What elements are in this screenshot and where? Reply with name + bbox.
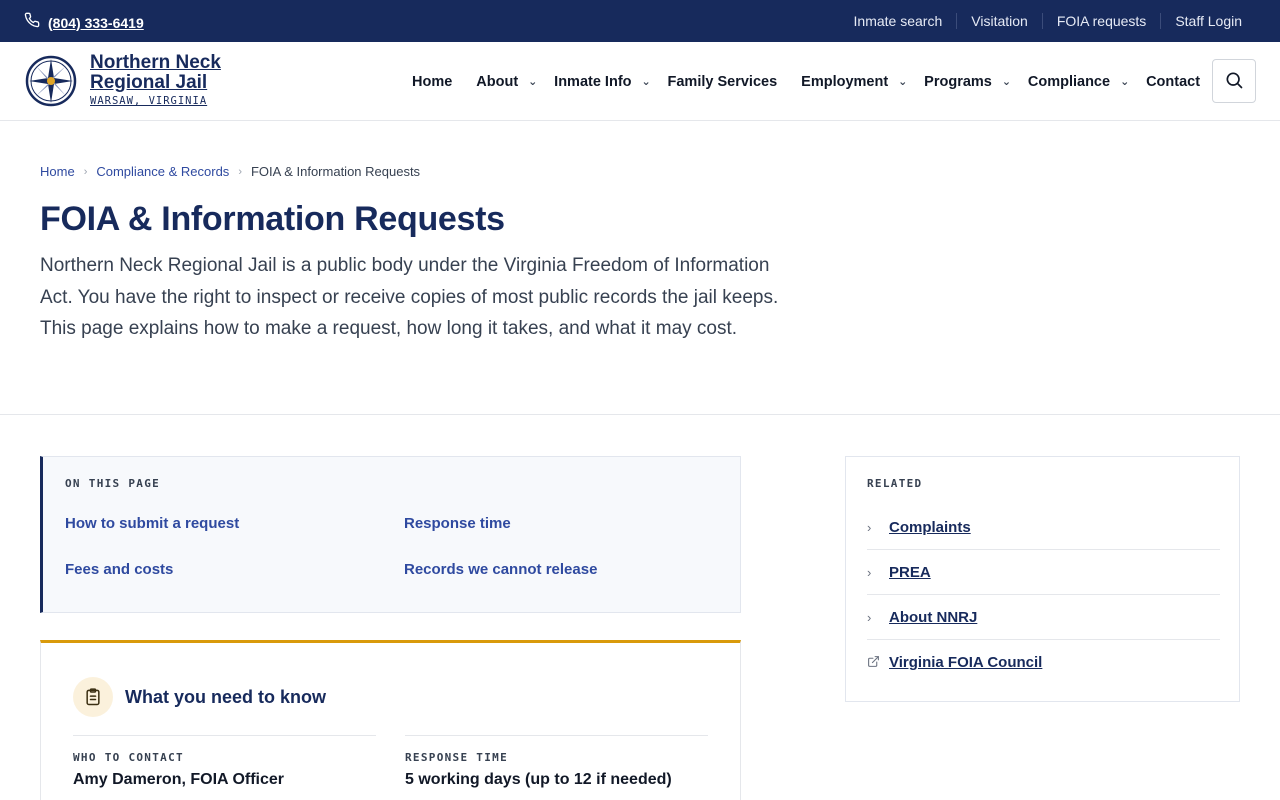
breadcrumb: Home › Compliance & Records › FOIA & Inf… [40,164,420,179]
breadcrumb-separator-icon: › [238,165,242,178]
chevron-down-icon: ⌄ [1120,76,1130,88]
list-item: › About NNRJ [867,595,1220,640]
related-link-prea[interactable]: PREA [889,564,931,581]
page-title: FOIA & Information Requests [40,200,505,238]
need-to-know-card: What you need to know WHO TO CONTACT Amy… [40,640,741,800]
breadcrumb-current: FOIA & Information Requests [250,164,421,179]
staff-login-link[interactable]: Staff Login [1160,13,1256,29]
toc-link-response-time[interactable]: Response time [404,515,511,532]
nav-item-programs[interactable]: Programs ⌄ [912,74,1016,90]
inmate-search-link[interactable]: Inmate search [840,13,957,29]
utility-links: Inmate search Visitation FOIA requests S… [840,0,1256,42]
related-links-panel: RELATED › Complaints › PREA › About NNRJ… [845,456,1240,702]
card-title: What you need to know [125,687,326,707]
chevron-down-icon: ⌄ [528,76,538,88]
toc-link-fees[interactable]: Fees and costs [65,561,173,578]
chevron-right-icon: › [867,609,872,625]
nav-item-label: Contact [1146,73,1201,90]
nav-item-label: Inmate Info [554,73,632,90]
main-navigation: Home About ⌄ Inmate Info ⌄ Family Servic… [400,42,1212,121]
nav-item-family-services[interactable]: Family Services [656,74,790,90]
info-value: 5 working days (up to 12 if needed) [405,771,672,788]
chevron-right-icon: › [867,564,872,580]
site-location: WARSAW, VIRGINIA [90,95,208,107]
search-button[interactable] [1212,59,1256,103]
section-divider [0,414,1280,415]
site-logo[interactable] [24,54,78,108]
list-item: › Complaints [867,505,1220,550]
visitation-link[interactable]: Visitation [956,13,1042,29]
phone-contact: (804) 333-6419 [24,12,144,33]
site-header: Northern Neck Regional Jail WARSAW, VIRG… [0,42,1280,121]
nav-item-about[interactable]: About ⌄ [464,74,542,90]
clipboard-icon [73,677,113,717]
related-link-foia-council[interactable]: Virginia FOIA Council [889,654,1042,671]
phone-icon [24,12,40,33]
nav-item-label: About [476,73,519,90]
related-link-about[interactable]: About NNRJ [889,609,977,626]
nav-item-label: Compliance [1027,73,1111,90]
breadcrumb-separator-icon: › [83,165,88,178]
toc-heading: ON THIS PAGE [65,477,161,490]
site-name-line2: Regional Jail [90,72,208,93]
nav-item-employment[interactable]: Employment ⌄ [789,74,912,90]
search-icon [1224,70,1244,93]
nav-item-contact[interactable]: Contact [1134,74,1212,90]
site-name-link[interactable]: Northern Neck Regional Jail [90,53,221,93]
nav-item-home[interactable]: Home [400,74,464,90]
site-name-line1: Northern Neck [90,52,221,73]
breadcrumb-home[interactable]: Home [40,164,75,179]
nav-item-inmate-info[interactable]: Inmate Info ⌄ [542,74,655,90]
breadcrumb-compliance[interactable]: Compliance & Records [96,164,229,179]
page-intro: Northern Neck Regional Jail is a public … [40,255,779,339]
list-item: Virginia FOIA Council [867,640,1220,685]
foia-requests-link[interactable]: FOIA requests [1041,13,1160,29]
contact-info-block: WHO TO CONTACT Amy Dameron, FOIA Officer [73,735,376,789]
external-link-icon [867,655,889,671]
compass-seal-icon [24,55,78,112]
nav-item-label: Home [412,73,453,90]
chevron-down-icon: ⌄ [1001,76,1012,88]
nav-item-label: Employment [801,73,889,90]
chevron-down-icon: ⌄ [898,76,908,88]
nav-item-label: Family Services [667,73,778,90]
toc-link-restricted-records[interactable]: Records we cannot release [404,561,597,578]
related-heading: RELATED [867,477,923,490]
response-time-block: RESPONSE TIME 5 working days (up to 12 i… [405,735,708,789]
info-label: WHO TO CONTACT [73,751,184,764]
related-link-complaints[interactable]: Complaints [889,519,971,536]
info-label: RESPONSE TIME [405,751,508,764]
info-value: Amy Dameron, FOIA Officer [73,771,285,788]
nav-item-compliance[interactable]: Compliance ⌄ [1016,74,1134,90]
utility-bar: (804) 333-6419 Inmate search Visitation … [0,0,1280,42]
chevron-down-icon: ⌄ [641,76,651,88]
toc-link-submit-request[interactable]: How to submit a request [65,515,239,532]
nav-item-label: Programs [924,73,992,90]
related-list: › Complaints › PREA › About NNRJ Virgini… [867,505,1220,685]
list-item: › PREA [867,550,1220,595]
phone-link[interactable]: (804) 333-6419 [48,15,144,31]
on-this-page-box: ON THIS PAGE How to submit a request Res… [40,456,741,613]
chevron-right-icon: › [867,519,872,535]
